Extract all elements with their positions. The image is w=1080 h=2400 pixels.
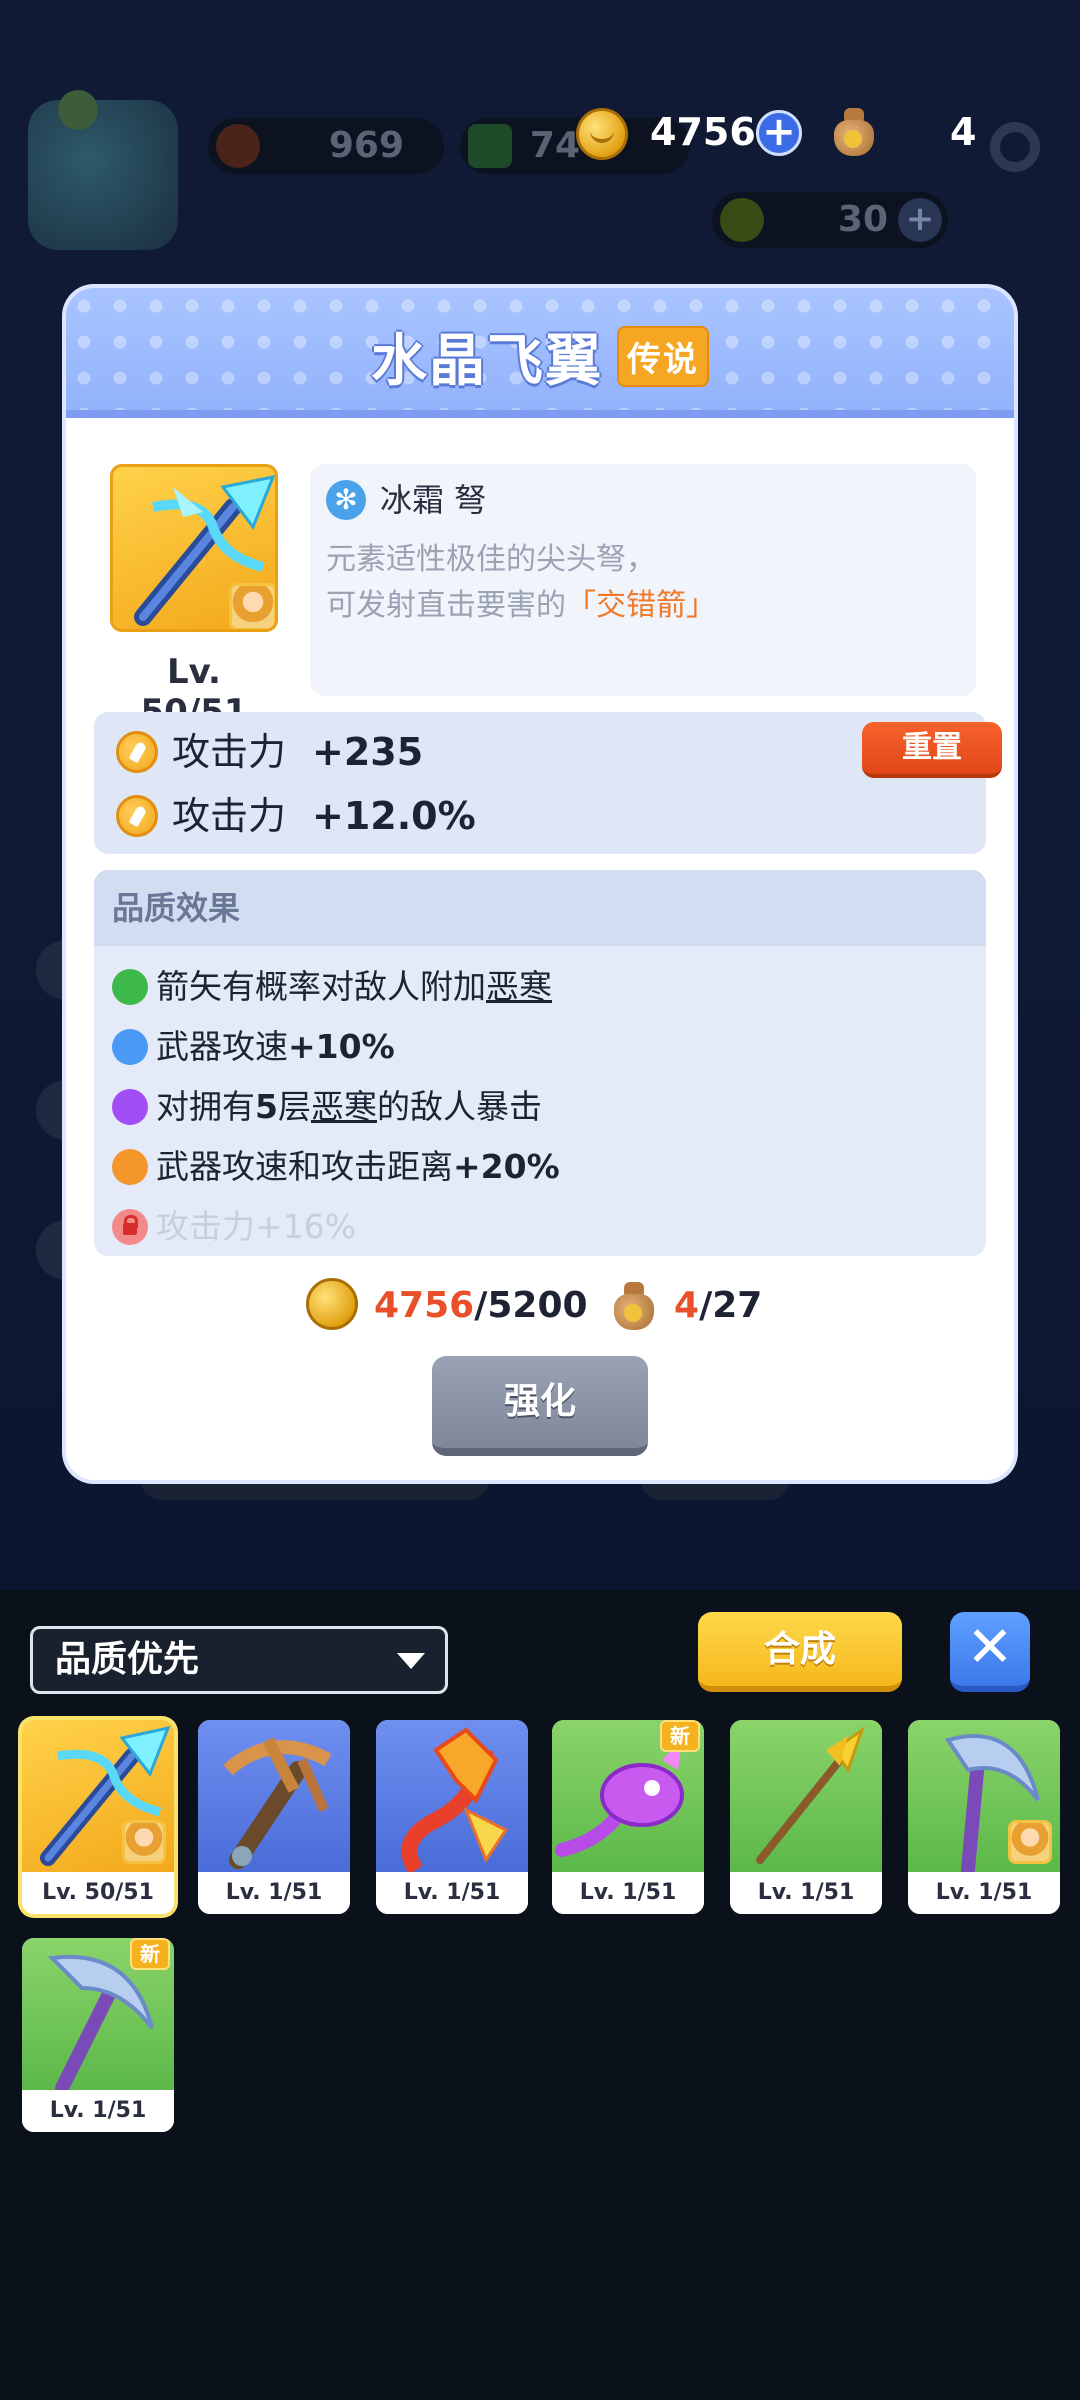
quality-effect: 箭矢有概率对敌人附加恶寒 — [112, 960, 552, 1010]
gold-coin-count: 4756 — [650, 110, 756, 154]
purple-dot-icon — [112, 1088, 148, 1125]
new-badge: 新 — [130, 1938, 170, 1970]
money-bag-icon — [830, 106, 876, 156]
sort-dropdown[interactable]: 品质优先 — [30, 1626, 448, 1694]
add-gold-button[interactable]: + — [756, 110, 802, 156]
gold-cost: 4756/5200 — [374, 1285, 588, 1326]
item-detail-dialog: 水晶飞翼传说 Lv. 50/51 ✻ 冰霜 弩 元素适性极佳的尖头弩， 可发射直… — [66, 288, 1014, 1480]
attack-icon — [116, 730, 158, 773]
hero-portrait-icon — [229, 583, 275, 629]
description-line-2: 可发射直击要害的「交错箭」 — [326, 588, 716, 623]
item-description-box: ✻ 冰霜 弩 元素适性极佳的尖头弩， 可发射直击要害的「交错箭」 — [310, 464, 976, 696]
chevron-down-icon — [397, 1653, 425, 1669]
status-keyword[interactable]: 恶寒 — [311, 1087, 377, 1126]
bag-cost: 4/27 — [674, 1285, 763, 1326]
cake-icon — [216, 124, 260, 168]
gold-coin-icon — [576, 108, 628, 160]
inventory-slot-scythe[interactable]: Lv. 1/51 新 — [22, 1938, 174, 2132]
quality-effect: 武器攻速+10% — [112, 1020, 395, 1070]
green-dot-icon — [112, 968, 148, 1005]
attack-icon — [116, 794, 158, 837]
stats-box: 攻击力 +235 攻击力 +12.0% 重置 — [94, 712, 1002, 854]
orange-dot-icon — [112, 1148, 148, 1185]
element-and-type: 冰霜 弩 — [380, 481, 487, 519]
quality-effects-box: 品质效果 箭矢有概率对敌人附加恶寒 武器攻速+10% 对拥有5层恶寒的敌人暴击 … — [94, 870, 986, 1256]
player-avatar — [28, 90, 178, 250]
rarity-badge: 传说 — [617, 326, 709, 387]
blue-dot-icon — [112, 1028, 148, 1065]
description-line-1: 元素适性极佳的尖头弩， — [326, 542, 656, 577]
money-bag-icon — [610, 1280, 656, 1330]
stat-row: 攻击力 +235 — [116, 724, 423, 774]
scythe-icon — [908, 1720, 1060, 1877]
medal-counter: 30 + — [712, 192, 948, 248]
flame-bow-icon — [376, 1720, 528, 1875]
snowflake-icon: ✻ — [326, 480, 366, 520]
skill-name: 「交错箭」 — [566, 588, 716, 623]
synthesize-button[interactable]: 合成 — [698, 1612, 902, 1692]
status-keyword[interactable]: 恶寒 — [486, 967, 552, 1006]
bag-count: 4 — [950, 110, 977, 154]
hero-portrait-icon — [122, 1820, 166, 1864]
crossbow-weapon-icon — [22, 1720, 174, 1872]
stat-row: 攻击力 +12.0% — [116, 788, 476, 838]
inventory-slot-bronze-crossbow[interactable]: Lv. 1/51 — [198, 1720, 350, 1914]
cake-counter: 969 — [208, 118, 444, 174]
bronze-crossbow-icon — [198, 1720, 350, 1872]
inventory-slot-crossbow[interactable]: Lv. 50/51 — [22, 1720, 174, 1914]
item-title: 水晶飞翼 传说 — [66, 316, 1014, 397]
plus-icon: + — [898, 198, 942, 242]
locked-quality-effect: 攻击力+16% — [112, 1200, 356, 1250]
reset-button[interactable]: 重置 — [862, 722, 1002, 778]
gem-icon — [468, 124, 512, 168]
quality-effect: 对拥有5层恶寒的敌人暴击 — [112, 1080, 542, 1130]
quality-effects-title: 品质效果 — [94, 870, 986, 946]
inventory-slot-flame-bow[interactable]: Lv. 1/51 — [376, 1720, 528, 1914]
gold-coin-icon — [306, 1278, 358, 1330]
dialog-header: 水晶飞翼 传说 — [66, 288, 1014, 418]
settings-gear-icon — [990, 122, 1040, 172]
hero-portrait-icon — [1008, 1820, 1052, 1864]
medal-icon — [720, 198, 764, 242]
quality-effect: 武器攻速和攻击距离+20% — [112, 1140, 560, 1190]
close-icon: ✕ — [966, 1615, 1014, 1680]
inventory-slot-spear[interactable]: Lv. 1/51 — [730, 1720, 882, 1914]
close-button[interactable]: ✕ — [950, 1612, 1030, 1692]
inventory-slot-scythe[interactable]: Lv. 1/51 — [908, 1720, 1060, 1914]
golden-spear-icon — [730, 1720, 882, 1872]
crossbow-weapon-icon — [110, 464, 278, 632]
inventory-slot-dragon-weapon[interactable]: Lv. 1/51 新 — [552, 1720, 704, 1914]
new-badge: 新 — [660, 1720, 700, 1752]
upgrade-button[interactable]: 强化 — [432, 1356, 648, 1456]
lock-icon — [112, 1208, 148, 1245]
